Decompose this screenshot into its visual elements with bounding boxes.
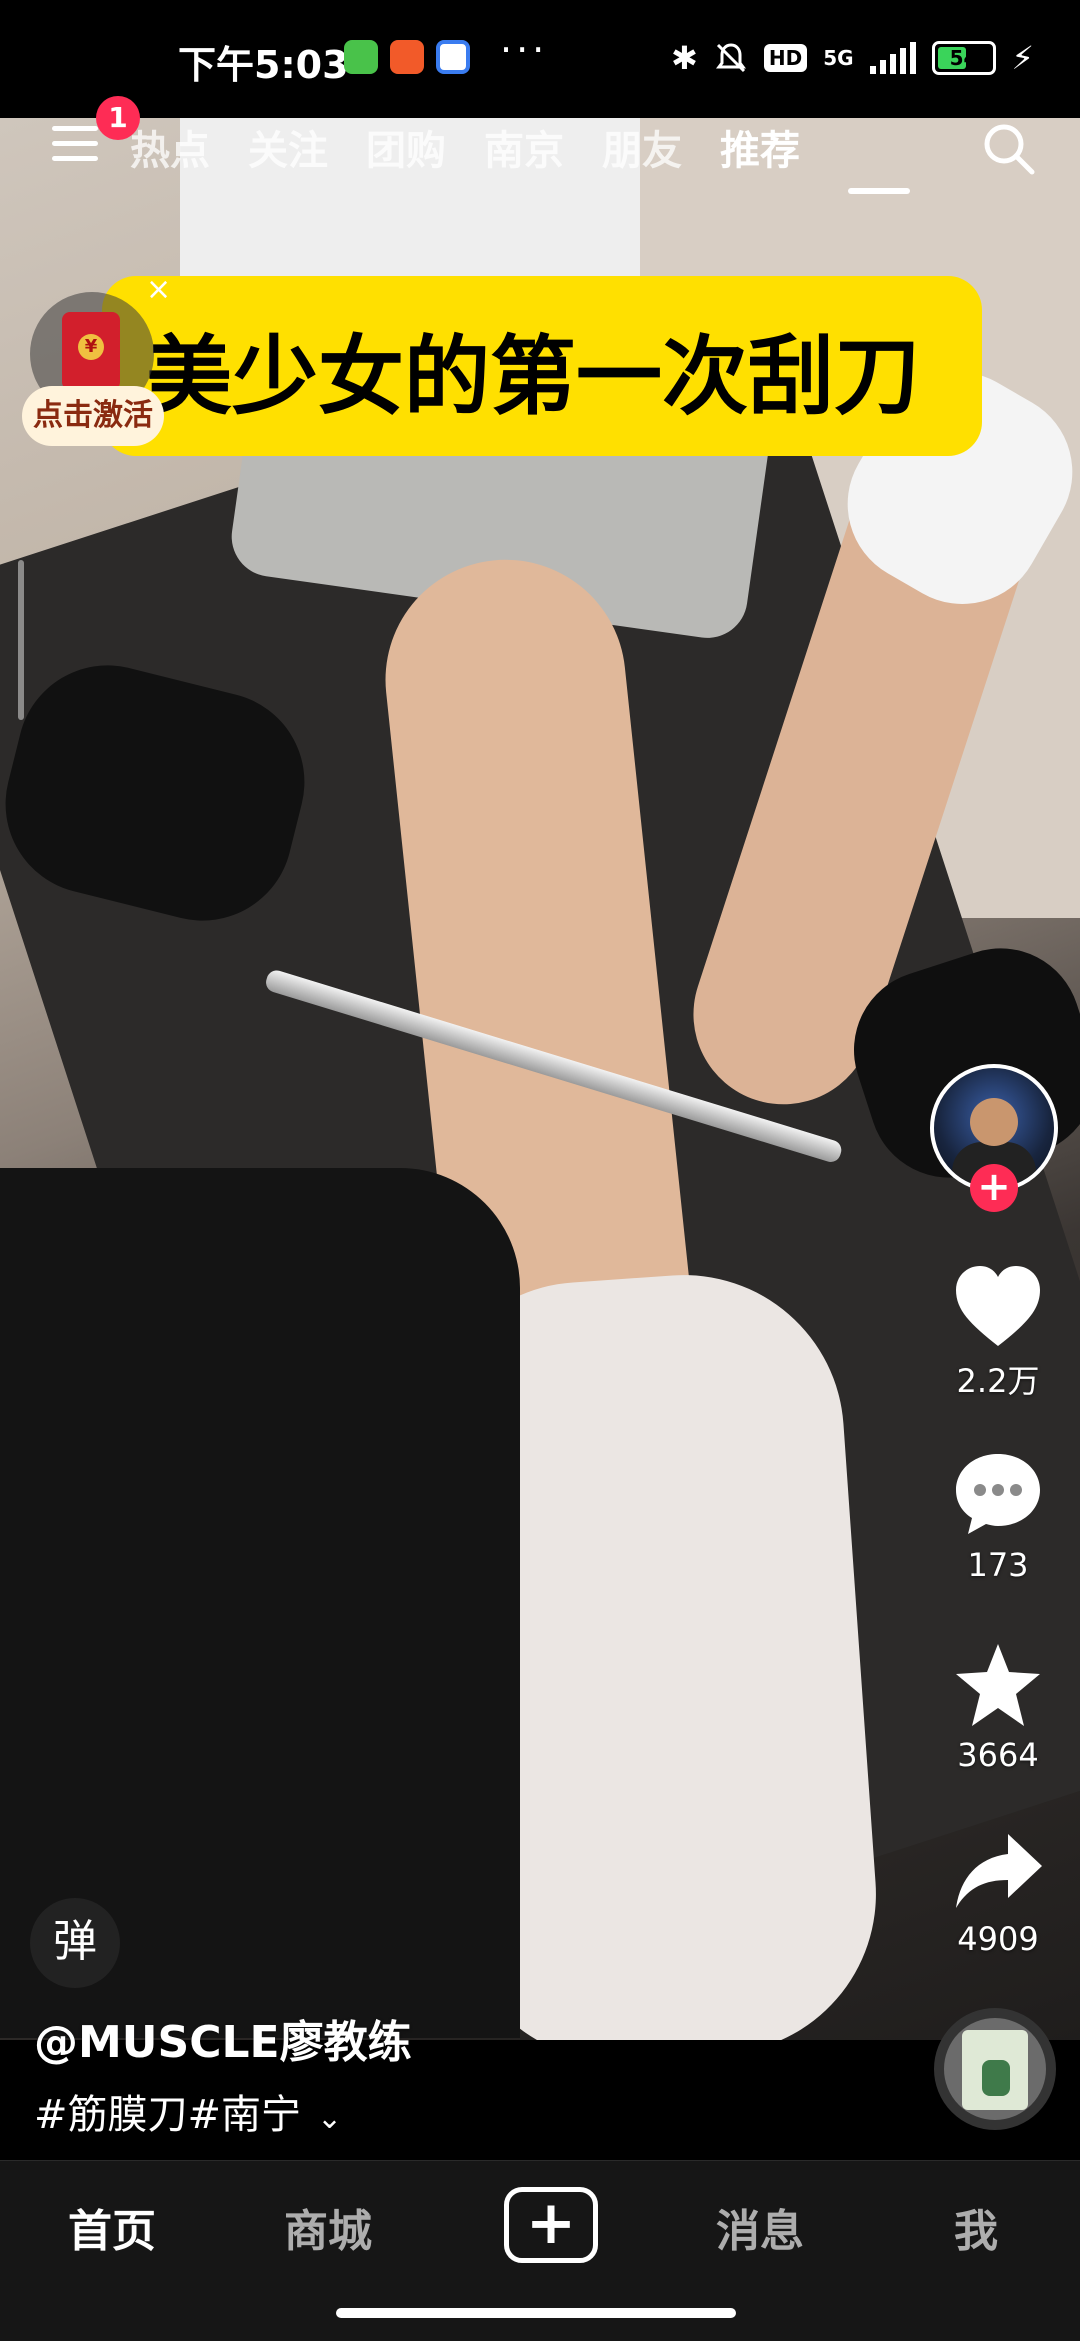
coin-icon: ¥ xyxy=(78,334,104,360)
nav-mall[interactable]: 商城 xyxy=(284,2195,372,2259)
video-description[interactable]: #筋膜刀#南宁 ⌄ xyxy=(34,2082,342,2140)
mute-icon xyxy=(715,43,746,73)
music-cover xyxy=(962,2030,1028,2110)
battery-level: 54 xyxy=(949,46,978,70)
favorite-count: 3664 xyxy=(957,1736,1039,1774)
tab-hot[interactable]: 热点 xyxy=(130,118,210,178)
app-notification-icon xyxy=(344,40,378,74)
more-notifications-icon: ··· xyxy=(500,28,549,72)
app-notification-icon xyxy=(436,40,470,74)
share-icon[interactable] xyxy=(950,1828,1046,1918)
music-cover-figure xyxy=(982,2060,1010,2096)
scroll-indicator xyxy=(18,560,24,720)
expand-chevron-icon[interactable]: ⌄ xyxy=(317,2101,342,2136)
author-name[interactable]: @MUSCLE廖教练 xyxy=(34,2006,412,2070)
video-caption-banner: 美少女的第一次刮刀 xyxy=(102,276,982,456)
like-count: 2.2万 xyxy=(956,1362,1040,1400)
avatar-face xyxy=(970,1098,1018,1146)
tab-recommended[interactable]: 推荐 xyxy=(720,118,800,178)
nav-me[interactable]: 我 xyxy=(954,2195,998,2259)
nav-messages[interactable]: 消息 xyxy=(716,2195,804,2259)
create-button[interactable]: + xyxy=(504,2187,598,2263)
comment-icon[interactable] xyxy=(950,1448,1046,1538)
status-icons: ✱ HD 5G 54 ⚡ xyxy=(671,38,1034,78)
activate-button[interactable]: 点击激活 xyxy=(22,386,164,446)
tab-group-buy[interactable]: 团购 xyxy=(366,118,446,178)
heart-icon[interactable] xyxy=(950,1262,1046,1352)
red-envelope-icon: ¥ xyxy=(62,312,120,390)
plus-icon: + xyxy=(525,2188,577,2258)
active-tab-indicator xyxy=(848,188,910,194)
hashtags[interactable]: #筋膜刀#南宁 xyxy=(34,2092,301,2138)
status-time: 下午5:03 xyxy=(178,43,349,87)
menu-icon[interactable] xyxy=(52,126,98,166)
video-caption-text: 美少女的第一次刮刀 xyxy=(146,327,920,427)
charging-icon: ⚡ xyxy=(1011,39,1034,77)
home-indicator[interactable] xyxy=(336,2308,736,2318)
nav-tabs: 热点 关注 团购 南京 朋友 推荐 xyxy=(130,118,800,178)
music-disc[interactable] xyxy=(934,2008,1056,2130)
star-icon[interactable] xyxy=(950,1640,1046,1730)
search-icon[interactable] xyxy=(978,118,1038,178)
share-count: 4909 xyxy=(957,1920,1039,1958)
tab-friends[interactable]: 朋友 xyxy=(602,118,682,178)
follow-button[interactable]: + xyxy=(970,1164,1018,1212)
close-icon[interactable]: × xyxy=(146,272,171,307)
signal-icon xyxy=(869,42,916,74)
tab-following[interactable]: 关注 xyxy=(248,118,328,178)
hd-badge: HD xyxy=(763,44,808,72)
comment-count: 173 xyxy=(967,1546,1029,1584)
battery-indicator: 54 xyxy=(931,41,996,75)
network-type: 5G xyxy=(823,46,854,70)
app-notification-icon xyxy=(390,40,424,74)
danmu-toggle-button[interactable]: 弹 xyxy=(30,1898,120,1988)
nav-home[interactable]: 首页 xyxy=(68,2195,156,2259)
tab-nanjing[interactable]: 南京 xyxy=(484,118,564,178)
status-bar: 下午5:03 ··· ✱ HD 5G 54 ⚡ xyxy=(0,0,1080,118)
bluetooth-icon: ✱ xyxy=(671,39,698,77)
